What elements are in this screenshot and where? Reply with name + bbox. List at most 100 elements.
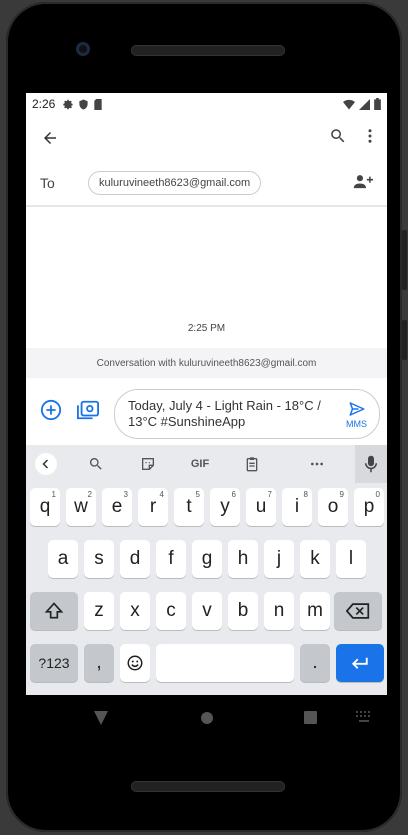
overflow-menu-button[interactable] [361, 127, 379, 150]
message-input[interactable]: Today, July 4 - Light Rain - 18°C / 13°C… [114, 389, 380, 439]
home-nav-icon[interactable] [200, 711, 214, 725]
add-recipient-button[interactable] [353, 173, 373, 196]
shift-icon [44, 602, 64, 619]
search-button[interactable] [329, 127, 347, 150]
screen: 2:26 To kuluruvineeth8623@gmail.com 2:25… [26, 93, 387, 695]
key-hint: 1 [51, 490, 56, 499]
search-icon [331, 128, 345, 142]
more-vert-icon [368, 128, 372, 143]
key-d[interactable]: d [120, 540, 150, 578]
key-i[interactable]: i8 [282, 488, 312, 526]
key-hint: 2 [87, 490, 92, 499]
recents-nav-icon[interactable] [304, 711, 317, 724]
gif-button[interactable]: GIF [184, 445, 216, 483]
sticker-icon [142, 458, 154, 470]
emoji-key[interactable] [120, 644, 150, 682]
more-options-button[interactable] [305, 445, 329, 483]
key-e[interactable]: e3 [102, 488, 132, 526]
key-b[interactable]: b [228, 592, 258, 630]
key-n[interactable]: n [264, 592, 294, 630]
key-j[interactable]: j [264, 540, 294, 578]
emoji-icon [127, 655, 143, 671]
symbols-key[interactable]: ?123 [30, 644, 78, 682]
back-button[interactable] [34, 122, 66, 154]
key-hint: 7 [267, 490, 272, 499]
keyboard-search-button[interactable] [84, 445, 108, 483]
key-label: r [149, 496, 157, 517]
key-o[interactable]: o9 [318, 488, 348, 526]
key-hint: 8 [303, 490, 308, 499]
volume-button[interactable] [402, 230, 407, 290]
navigation-bar [26, 696, 387, 740]
key-label: u [255, 496, 267, 517]
key-hint: 4 [159, 490, 164, 499]
arrow-back-icon [44, 132, 56, 144]
search-icon [89, 458, 102, 470]
key-l[interactable]: l [336, 540, 366, 578]
app-bar [26, 115, 387, 161]
keyboard-toolbar: GIF [26, 445, 387, 483]
key-hint: 9 [339, 490, 344, 499]
message-text: Today, July 4 - Light Rain - 18°C / 13°C… [128, 398, 321, 429]
sticker-button[interactable] [136, 445, 160, 483]
toolbar-collapse-button[interactable] [35, 453, 57, 475]
battery-icon [374, 98, 381, 110]
back-nav-icon[interactable] [94, 711, 108, 725]
key-x[interactable]: x [120, 592, 150, 630]
recipient-bar: To kuluruvineeth8623@gmail.com [26, 161, 387, 207]
voice-input-button[interactable] [355, 445, 387, 483]
space-key[interactable] [156, 644, 294, 682]
key-label: y [220, 496, 230, 517]
key-v[interactable]: v [192, 592, 222, 630]
send-mode-label: MMS [346, 419, 367, 429]
key-hint: 6 [231, 490, 236, 499]
key-y[interactable]: y6 [210, 488, 240, 526]
key-label: e [111, 496, 123, 517]
add-person-icon [353, 175, 373, 189]
key-c[interactable]: c [156, 592, 186, 630]
key-h[interactable]: h [228, 540, 258, 578]
enter-icon [351, 657, 368, 669]
key-w[interactable]: w2 [66, 488, 96, 526]
key-p[interactable]: p0 [354, 488, 384, 526]
key-row-3: zxcvbnm [26, 592, 387, 632]
key-r[interactable]: r4 [138, 488, 168, 526]
add-attachment-button[interactable] [40, 399, 62, 426]
wifi-icon [343, 99, 355, 109]
key-hint: 3 [123, 490, 128, 499]
send-button[interactable]: MMS [346, 400, 367, 429]
key-z[interactable]: z [84, 592, 114, 630]
key-u[interactable]: u7 [246, 488, 276, 526]
key-g[interactable]: g [192, 540, 222, 578]
key-m[interactable]: m [300, 592, 330, 630]
settings-icon [63, 99, 73, 109]
period-key[interactable]: . [300, 644, 330, 682]
key-f[interactable]: f [156, 540, 186, 578]
keyboard-switch-icon[interactable] [356, 711, 372, 723]
more-horiz-icon [311, 462, 323, 466]
shift-key[interactable] [30, 592, 78, 630]
key-t[interactable]: t5 [174, 488, 204, 526]
add-circle-icon [40, 399, 62, 421]
key-a[interactable]: a [48, 540, 78, 578]
send-icon [349, 402, 364, 416]
key-q[interactable]: q1 [30, 488, 60, 526]
power-button[interactable] [402, 320, 407, 360]
signal-icon [359, 98, 370, 110]
to-label: To [40, 175, 55, 191]
key-k[interactable]: k [300, 540, 330, 578]
gallery-button[interactable] [76, 399, 100, 426]
backspace-icon [346, 603, 370, 619]
enter-key[interactable] [336, 644, 384, 682]
key-label: w [74, 496, 88, 517]
composer: Today, July 4 - Light Rain - 18°C / 13°C… [26, 383, 387, 443]
backspace-key[interactable] [334, 592, 382, 630]
key-hint: 0 [375, 490, 380, 499]
recipient-chip[interactable]: kuluruvineeth8623@gmail.com [88, 171, 262, 195]
front-camera [76, 42, 90, 56]
comma-key[interactable]: , [84, 644, 114, 682]
status-bar: 2:26 [26, 93, 387, 115]
key-s[interactable]: s [84, 540, 114, 578]
key-label: i [294, 496, 300, 517]
clipboard-button[interactable] [240, 445, 264, 483]
